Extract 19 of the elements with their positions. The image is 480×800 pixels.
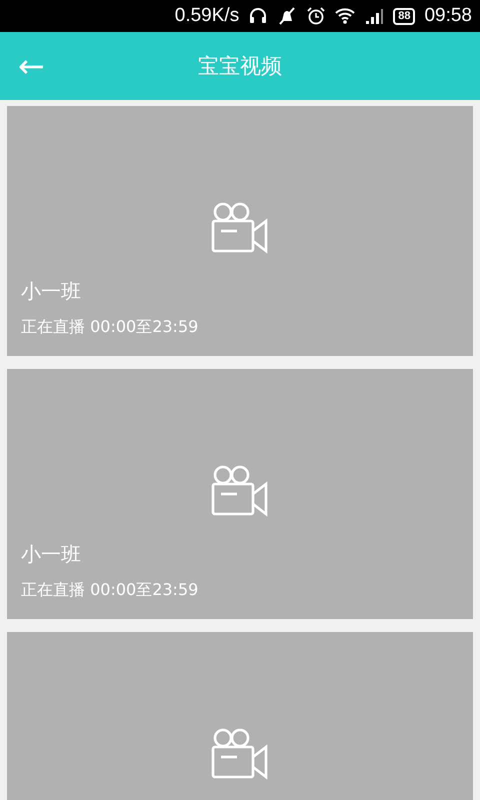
signal-icon <box>364 6 384 26</box>
clock: 09:58 <box>424 5 472 27</box>
video-camera-icon <box>210 465 270 517</box>
class-name: 小一班 <box>21 278 82 305</box>
video-card[interactable]: 小一班 正在直播 00:00至23:59 <box>7 106 473 356</box>
headphones-icon <box>248 6 268 26</box>
wifi-icon <box>335 6 356 26</box>
live-schedule: 正在直播 00:00至23:59 <box>21 317 200 338</box>
video-camera-icon <box>210 202 270 254</box>
video-card[interactable]: 小一班 正在直播 00:00至23:59 <box>7 369 473 619</box>
page-title: 宝宝视频 <box>198 53 282 80</box>
live-schedule: 正在直播 00:00至23:59 <box>21 580 200 601</box>
alarm-icon <box>306 6 326 26</box>
video-camera-icon <box>210 728 270 780</box>
class-name: 小一班 <box>21 541 82 568</box>
muted-bell-icon <box>277 6 298 26</box>
back-button[interactable]: ← <box>12 46 51 86</box>
network-speed: 0.59K/s <box>174 5 240 27</box>
battery-indicator: 88 <box>393 8 416 24</box>
